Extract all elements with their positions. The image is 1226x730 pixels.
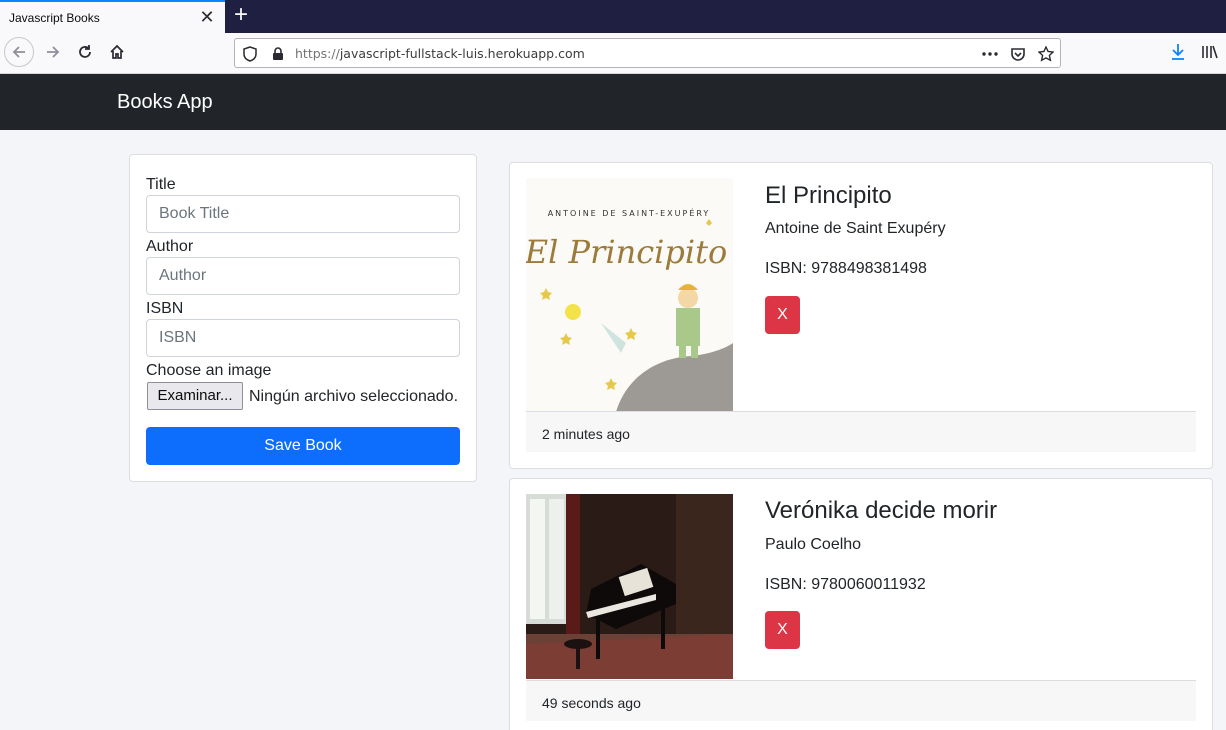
more-actions-icon[interactable] [981, 45, 999, 63]
save-book-button[interactable]: Save Book [146, 427, 460, 465]
library-icon[interactable] [1195, 37, 1225, 67]
book-author: Paulo Coelho [765, 536, 862, 553]
file-browse-button[interactable]: Examinar... [147, 382, 243, 410]
isbn-label: ISBN [146, 300, 184, 317]
browser-toolbar: https://javascript-fullstack-luis.heroku… [0, 33, 1226, 74]
author-label: Author [146, 238, 194, 255]
delete-book-button[interactable]: X [765, 611, 800, 649]
cover-title-text: El Principito [526, 233, 727, 271]
book-isbn: ISBN: 9788498381498 [765, 260, 927, 277]
card-footer: 2 minutes ago [526, 411, 1196, 452]
lock-icon[interactable] [269, 45, 287, 63]
image-label: Choose an image [146, 362, 272, 379]
cover-author-text: ANTOINE DE SAINT-EXUPÉRY [548, 207, 711, 218]
url-scheme: https:// [295, 46, 340, 61]
book-timestamp: 2 minutes ago [542, 426, 630, 442]
author-input[interactable] [146, 257, 460, 295]
book-isbn: ISBN: 9780060011932 [765, 576, 926, 593]
url-bar[interactable]: https://javascript-fullstack-luis.heroku… [234, 38, 1061, 68]
tab-title: Javascript Books [9, 11, 100, 25]
home-icon[interactable] [102, 37, 132, 67]
delete-book-button[interactable]: X [765, 296, 800, 334]
back-icon[interactable] [4, 37, 34, 67]
shield-icon[interactable] [241, 45, 259, 63]
book-author: Antoine de Saint Exupéry [765, 220, 946, 237]
browser-tab-strip: Javascript Books ✕ + [0, 0, 1226, 33]
browser-tab[interactable]: Javascript Books ✕ [0, 0, 225, 33]
book-card: ANTOINE DE SAINT-EXUPÉRY El Principito E… [509, 162, 1213, 469]
book-cover-image [526, 494, 733, 679]
file-status: Ningún archivo seleccionado. [249, 388, 459, 405]
isbn-input[interactable] [146, 319, 460, 357]
book-card: Verónika decide morir Paulo Coelho ISBN:… [509, 478, 1213, 730]
title-input[interactable] [146, 195, 460, 233]
book-cover-image: ANTOINE DE SAINT-EXUPÉRY El Principito [524, 178, 733, 412]
close-tab-icon[interactable]: ✕ [199, 8, 215, 26]
download-icon[interactable] [1163, 37, 1193, 67]
app-navbar: Books App [0, 74, 1226, 130]
pocket-icon[interactable] [1009, 45, 1027, 63]
title-label: Title [146, 176, 176, 193]
url-text: https://javascript-fullstack-luis.heroku… [295, 46, 585, 61]
app-brand[interactable]: Books App [117, 91, 213, 114]
reload-icon[interactable] [70, 37, 100, 67]
book-title: Verónika decide morir [765, 497, 998, 524]
url-host: javascript-fullstack-luis.herokuapp.com [339, 46, 585, 61]
forward-icon[interactable] [38, 37, 68, 67]
book-title: El Principito [765, 182, 892, 209]
new-tab-icon[interactable]: + [231, 3, 251, 28]
book-form-card: Title Author ISBN Choose an image Examin… [129, 154, 477, 482]
bookmark-star-icon[interactable] [1037, 45, 1055, 63]
book-timestamp: 49 seconds ago [542, 695, 641, 711]
card-footer: 49 seconds ago [526, 680, 1196, 721]
